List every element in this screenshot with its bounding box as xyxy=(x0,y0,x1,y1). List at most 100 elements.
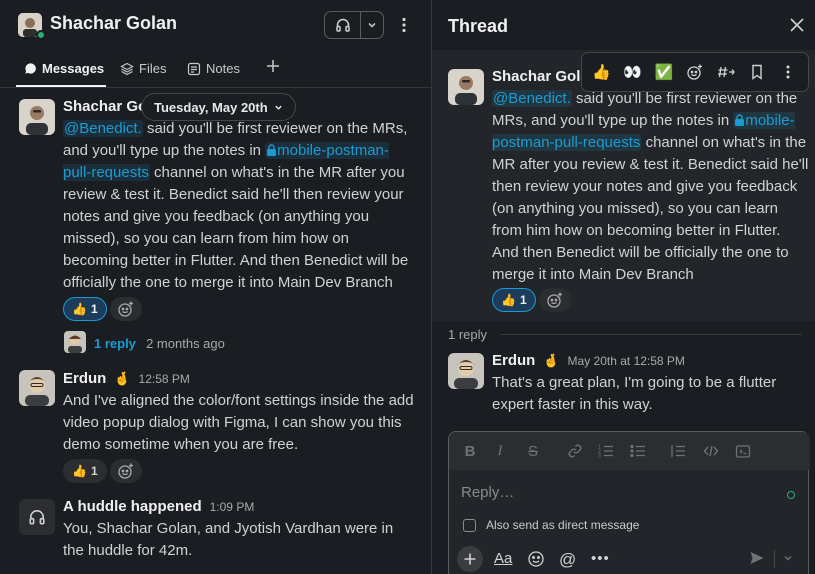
thread-title: Thread xyxy=(448,16,509,36)
send-icon[interactable] xyxy=(749,550,765,570)
presence-indicator xyxy=(36,30,46,40)
more-icon[interactable]: ••• xyxy=(591,550,610,567)
thumbs-up-icon: 👍 xyxy=(501,293,516,307)
eyes-icon[interactable]: 👀 xyxy=(621,63,645,81)
add-emoji-icon xyxy=(547,292,562,308)
thread-replies-link[interactable]: 1 reply 2 months ago xyxy=(94,335,225,352)
mention-icon[interactable]: @ xyxy=(559,550,576,570)
text-format-icon[interactable]: Aa xyxy=(494,550,512,567)
reaction-count: 1 xyxy=(90,464,98,478)
avatar[interactable] xyxy=(448,353,484,389)
message-icon xyxy=(25,63,36,74)
message-body: That's a great plan, I'm going to be a f… xyxy=(492,374,777,413)
message-header: A huddle happened 1:09 PM xyxy=(63,498,254,515)
reply-age: 2 months ago xyxy=(146,336,225,351)
code-icon[interactable] xyxy=(702,442,720,460)
mention[interactable]: @Benedict. xyxy=(492,90,572,107)
thumbs-up-icon: 👍 xyxy=(72,302,87,316)
date-divider[interactable]: Tuesday, May 20th xyxy=(141,93,296,121)
bookmark-icon[interactable] xyxy=(745,64,769,80)
link-icon[interactable] xyxy=(566,442,584,460)
attach-button[interactable] xyxy=(457,546,483,572)
huddle-title: A huddle happened xyxy=(63,498,202,515)
message-text: channel on what's in the MR after you re… xyxy=(492,134,809,283)
tab-files[interactable]: Files xyxy=(120,61,166,76)
layers-icon xyxy=(120,62,134,75)
message-timestamp[interactable]: May 20th at 12:58 PM xyxy=(568,354,685,368)
also-send-label: Also send as direct message xyxy=(486,518,640,532)
numbered-list-icon[interactable]: 123 xyxy=(597,442,615,460)
thumbs-up-icon[interactable]: 👍 xyxy=(590,63,614,81)
message-body: @Benedict. said you'll be first reviewer… xyxy=(63,118,415,294)
emoji-icon[interactable] xyxy=(527,550,545,572)
share-channel-icon[interactable] xyxy=(714,64,738,80)
chevron-down-icon xyxy=(274,105,282,110)
date-label: Tuesday, May 20th xyxy=(154,99,268,115)
thread-header: Thread xyxy=(432,0,815,50)
check-mark-icon[interactable]: ✅ xyxy=(652,63,676,81)
headphones-icon[interactable] xyxy=(325,12,361,38)
composer-actions: Aa @ ••• xyxy=(449,542,810,574)
add-emoji-icon xyxy=(118,463,133,479)
avatar[interactable] xyxy=(19,99,55,135)
message-header: Erdun 🤞 May 20th at 12:58 PM xyxy=(492,352,685,369)
channel-title[interactable]: Shachar Golan xyxy=(50,13,177,34)
message-text: channel on what's in the MR after you re… xyxy=(63,164,409,291)
tab-messages[interactable]: Messages xyxy=(24,61,104,76)
huddle-icon xyxy=(19,499,55,535)
notes-icon xyxy=(187,62,201,75)
thread-pane: Thread Shachar Golan 👍 👀 ✅ @Benedict. sa… xyxy=(432,0,815,574)
lock-icon xyxy=(267,144,277,156)
message-actions-toolbar: 👍 👀 ✅ xyxy=(581,52,809,92)
reply-composer[interactable]: B I S 123 Reply… Also send as direct mes… xyxy=(448,431,810,574)
chevron-down-icon[interactable] xyxy=(783,550,793,570)
add-tab-icon[interactable] xyxy=(265,58,281,74)
tab-label: Messages xyxy=(42,61,105,76)
message-timestamp[interactable]: 1:09 PM xyxy=(210,500,255,514)
more-options-icon[interactable] xyxy=(396,14,412,36)
also-send-option[interactable]: Also send as direct message xyxy=(463,518,639,532)
message-author[interactable]: Erdun xyxy=(63,370,106,387)
svg-text:3: 3 xyxy=(598,454,601,460)
tab-label: Files xyxy=(139,61,167,76)
reaction-thumbs-up[interactable]: 👍 1 xyxy=(63,459,107,483)
message-author[interactable]: Shachar Gol xyxy=(63,98,151,115)
reaction-thumbs-up[interactable]: 👍 1 xyxy=(492,288,536,312)
avatar[interactable] xyxy=(19,370,55,406)
also-send-checkbox[interactable] xyxy=(463,518,476,532)
add-emoji-icon[interactable] xyxy=(683,63,707,81)
add-emoji-icon xyxy=(118,301,133,317)
reaction-thumbs-up[interactable]: 👍 1 xyxy=(63,297,107,321)
message-timestamp[interactable]: 12:58 PM xyxy=(139,372,190,386)
close-icon[interactable] xyxy=(788,16,806,34)
reply-input[interactable]: Reply… xyxy=(461,484,514,501)
channel-tabs: Messages Files Notes xyxy=(0,50,431,88)
add-reaction-button[interactable] xyxy=(110,459,142,483)
replies-count: 1 reply xyxy=(448,327,488,342)
reply-count[interactable]: 1 reply xyxy=(94,336,136,351)
bold-icon[interactable]: B xyxy=(461,442,479,460)
channel-pane: Shachar Golan Messages Files Notes Shach… xyxy=(0,0,431,574)
message-author[interactable]: Erdun xyxy=(492,352,535,369)
replies-divider xyxy=(500,334,802,335)
bulleted-list-icon[interactable] xyxy=(629,442,647,460)
huddle-button[interactable] xyxy=(324,11,384,39)
italic-icon[interactable]: I xyxy=(491,442,509,460)
mention[interactable]: @Benedict. xyxy=(63,120,143,137)
chevron-down-icon[interactable] xyxy=(361,12,383,38)
add-reaction-button[interactable] xyxy=(539,288,571,312)
reaction-count: 1 xyxy=(90,302,98,316)
code-block-icon[interactable] xyxy=(734,442,752,460)
avatar[interactable] xyxy=(448,69,484,105)
add-reaction-button[interactable] xyxy=(110,297,142,321)
strikethrough-icon[interactable]: S xyxy=(524,442,542,460)
quote-icon[interactable] xyxy=(669,442,687,460)
thumbs-up-icon: 👍 xyxy=(72,464,87,478)
more-actions-icon[interactable] xyxy=(776,65,800,79)
formatting-toolbar: B I S 123 xyxy=(449,432,810,470)
status-dot xyxy=(787,491,795,499)
reply-avatar xyxy=(64,331,86,353)
tab-notes[interactable]: Notes xyxy=(187,61,240,76)
message-header: Erdun 🤞 12:58 PM xyxy=(63,370,190,387)
message-author[interactable]: Shachar Golan xyxy=(492,68,582,85)
